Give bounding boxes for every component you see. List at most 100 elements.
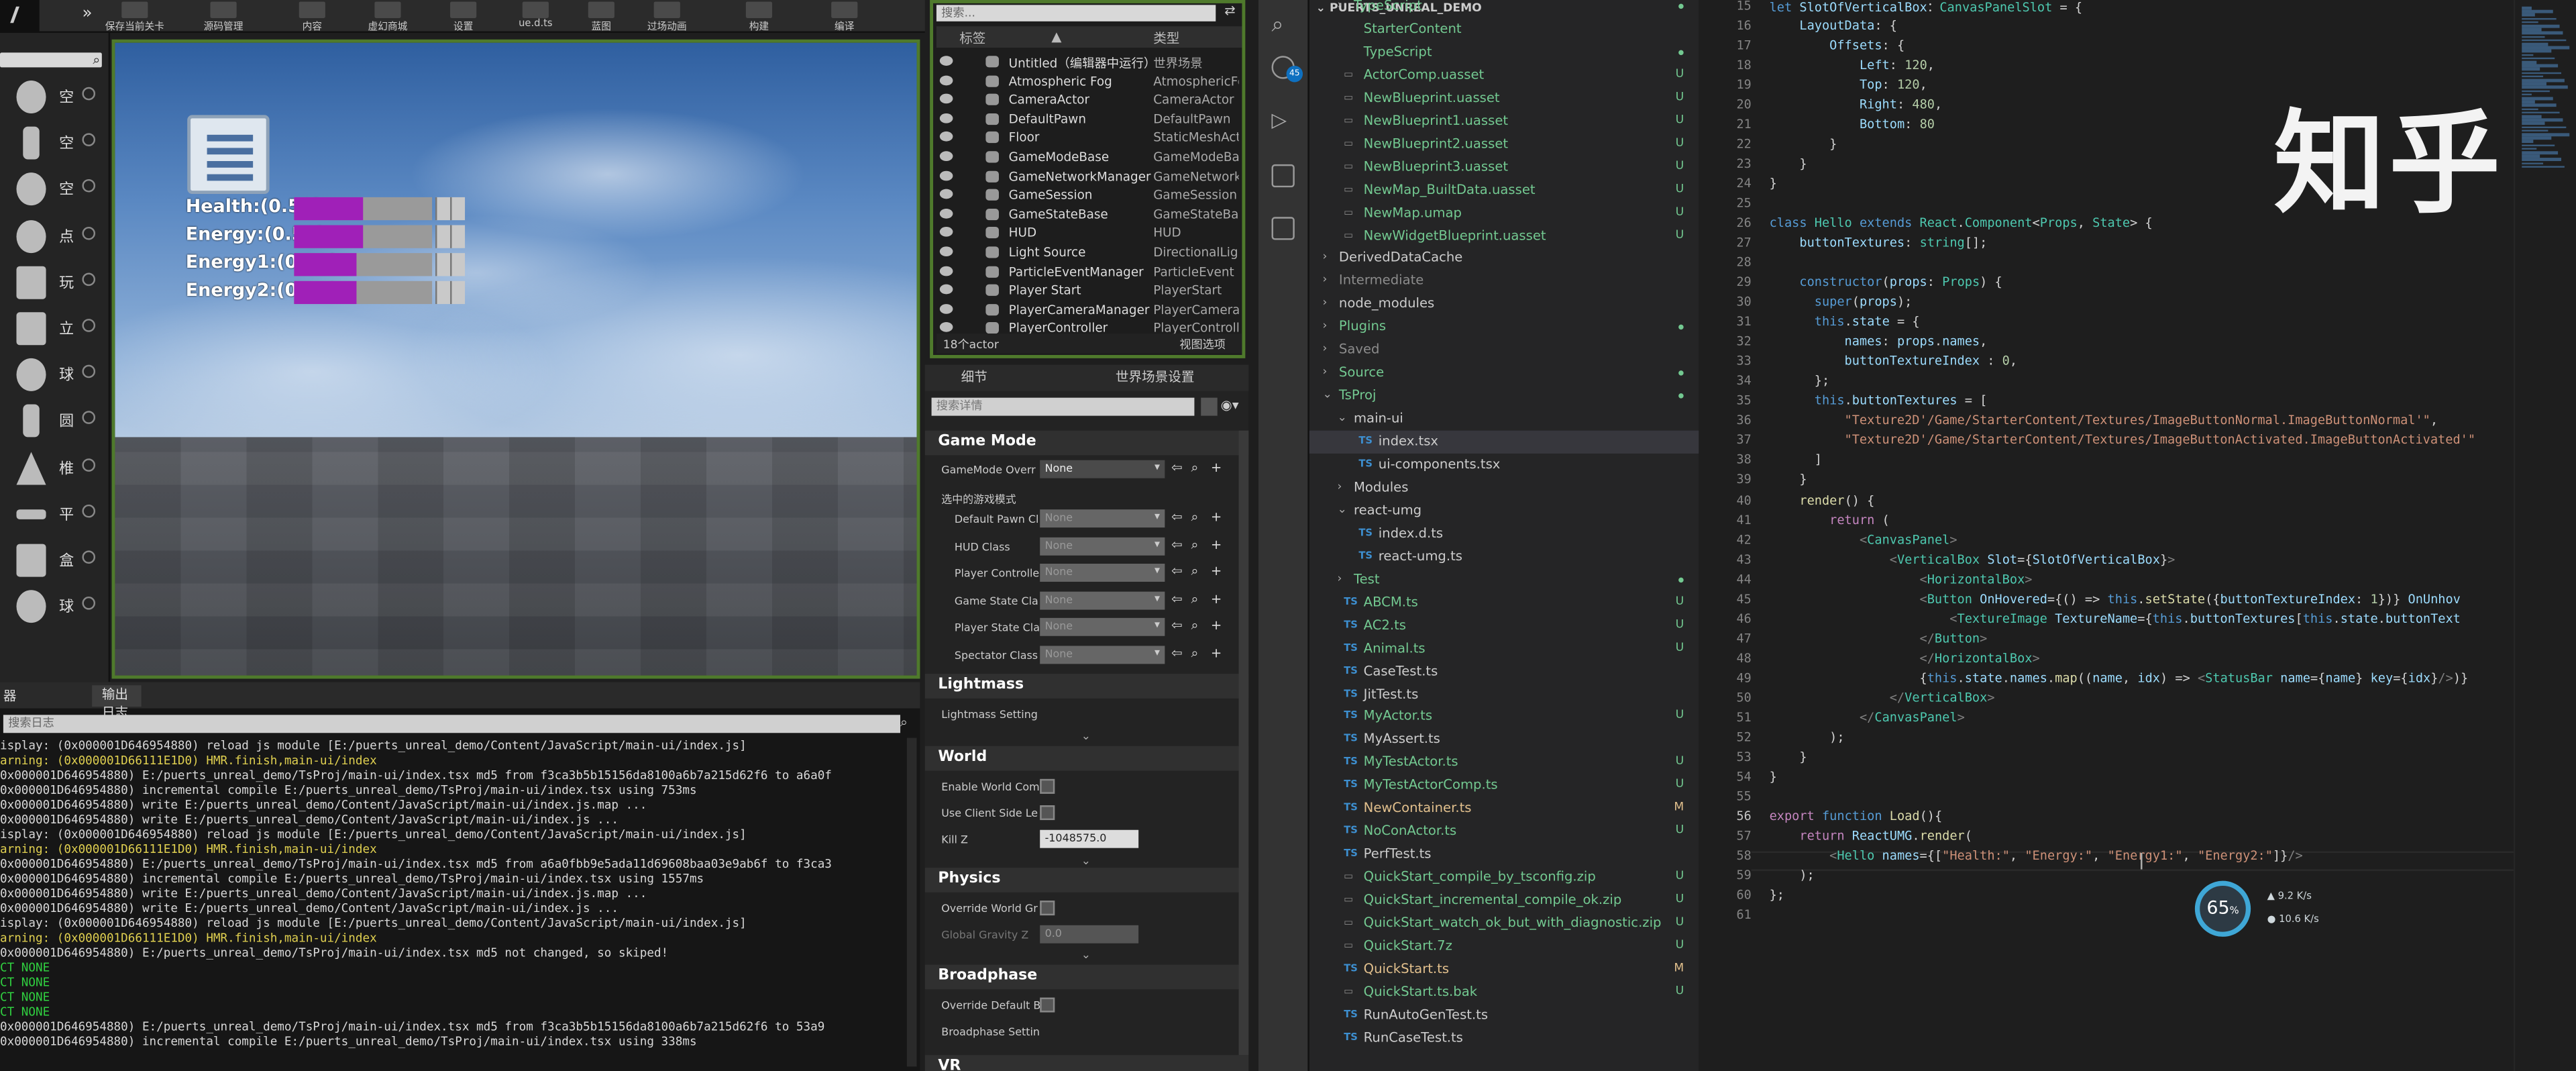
decrease-button[interactable] [450,225,466,248]
file-tree-item[interactable]: TS MyActor.ts U [1309,706,1701,729]
place-item[interactable]: 空 [0,76,110,122]
gamemode-override-dropdown[interactable]: None [1040,460,1165,478]
visibility-eye-icon[interactable] [939,132,953,142]
file-tree-item[interactable]: › Plugins ● [1309,316,1701,339]
class-dropdown[interactable]: None [1040,618,1165,637]
arrow-left-icon[interactable]: ⇦ [1171,460,1182,475]
kill-z-input[interactable]: -1048575.0 [1040,829,1139,848]
toolbar-button[interactable]: 内容 [273,0,352,33]
browse-icon[interactable]: ⌕ [1191,460,1199,476]
file-tree-item[interactable]: TS JitTest.ts [1309,683,1701,706]
add-icon[interactable]: + [1211,537,1222,552]
file-tree-item[interactable]: TS index.d.ts [1309,522,1701,545]
file-tree-item[interactable]: › Modules [1309,476,1701,499]
add-icon[interactable]: + [1211,591,1222,606]
class-dropdown[interactable]: None [1040,564,1165,582]
help-icon[interactable] [82,319,96,332]
file-tree-item[interactable]: › Intermediate [1309,270,1701,293]
file-tree-item[interactable]: ▭ NewWidgetBlueprint.uasset U [1309,224,1701,247]
file-tree-item[interactable]: ▭ QuickStart_compile_by_tsconfig.zip U [1309,866,1701,889]
outliner-row[interactable]: DefaultPawn DefaultPawn [936,110,1242,129]
file-tree-item[interactable]: ▭ NewBlueprint3.uasset U [1309,156,1701,178]
help-icon[interactable] [82,504,96,517]
file-tree-item[interactable]: › node_modules [1309,293,1701,316]
decrease-button[interactable] [450,253,466,276]
outliner-row[interactable]: Atmospheric Fog AtmosphericFo [936,72,1242,91]
visibility-eye-icon[interactable] [939,94,953,104]
add-icon[interactable]: + [1211,646,1222,660]
section-vr[interactable]: VR [924,1055,1249,1071]
outliner-add-icon[interactable]: ⇄ [1224,3,1235,18]
visibility-eye-icon[interactable] [939,56,953,66]
visibility-eye-icon[interactable] [939,74,953,85]
browse-icon[interactable]: ⌕ [1191,509,1199,525]
visibility-eye-icon[interactable] [939,265,953,276]
file-tree-item[interactable]: TS index.tsx [1309,430,1701,454]
visibility-eye-icon[interactable] [939,189,953,199]
section-broadphase[interactable]: Broadphase [924,964,1249,990]
file-tree-item[interactable]: › Test ● [1309,568,1701,591]
view-options-button[interactable]: 视图选项 [1179,337,1226,353]
visibility-eye-icon[interactable] [939,208,953,219]
place-item[interactable]: 点 [0,215,110,261]
help-icon[interactable] [82,87,96,101]
add-icon[interactable]: + [1211,564,1222,578]
file-tree-item[interactable]: ▭ QuickStart_incremental_compile_ok.zip U [1309,889,1701,912]
add-icon[interactable]: + [1211,460,1222,475]
help-icon[interactable] [82,133,96,147]
outliner-row[interactable]: PlayerCameraManager PlayerCamera [936,301,1242,319]
place-item[interactable]: 平 [0,493,110,539]
place-item[interactable]: 玩 [0,261,110,307]
eye-icon[interactable]: ◉▾ [1221,398,1239,413]
place-item[interactable]: 立 [0,307,110,354]
toolbar-expand-icon[interactable]: » [82,5,92,23]
arrow-left-icon[interactable]: ⇦ [1171,537,1182,552]
expand-icon[interactable]: ⌄ [1073,729,1099,743]
toolbar-button[interactable]: 虚幻商城 [348,0,427,33]
place-item[interactable]: 盒 [0,539,110,585]
outliner-type-col[interactable]: 类型 [1153,30,1179,48]
visibility-eye-icon[interactable] [939,285,953,295]
outliner-row[interactable]: Floor StaticMeshAct [936,129,1242,148]
browse-icon[interactable]: ⌕ [1191,537,1199,553]
file-tree-item[interactable]: TS RunAutoGenTest.ts [1309,1004,1701,1027]
outliner-row[interactable]: Player Start PlayerStart [936,281,1242,300]
help-icon[interactable] [82,411,96,425]
file-tree-item[interactable]: TS ui-components.tsx [1309,454,1701,476]
place-item[interactable]: 椎 [0,446,110,493]
class-dropdown[interactable]: None [1040,536,1165,555]
global-gravity-input[interactable]: 0.0 [1040,925,1139,944]
outliner-row[interactable]: GameSession GameSession [936,186,1242,205]
file-tree-item[interactable]: TS MyTestActor.ts U [1309,752,1701,774]
file-tree-item[interactable]: TS NoConActor.ts U [1309,821,1701,844]
tab-browser[interactable]: 器 [3,687,17,705]
checkbox[interactable] [1040,997,1055,1013]
file-tree-item[interactable]: TS react-umg.ts [1309,546,1701,568]
visibility-eye-icon[interactable] [939,170,953,181]
file-tree-item[interactable]: TS MyTestActorComp.ts U [1309,774,1701,797]
visibility-eye-icon[interactable] [939,246,953,257]
arrow-left-icon[interactable]: ⇦ [1171,509,1182,524]
file-tree-item[interactable]: TS MyAssert.ts [1309,729,1701,752]
section-world[interactable]: World [924,746,1249,771]
file-tree-item[interactable]: TS PerfTest.ts [1309,844,1701,866]
outliner-row[interactable]: CameraActor CameraActor [936,91,1242,109]
add-icon[interactable]: + [1211,509,1222,524]
extensions-icon[interactable] [1271,217,1295,240]
place-item[interactable]: 空 [0,122,110,168]
decrease-button[interactable] [450,197,466,221]
outliner-row[interactable]: Light Source DirectionalLig [936,243,1242,262]
file-tree-item[interactable]: › Source ● [1309,362,1701,385]
help-icon[interactable] [82,550,96,564]
checkbox[interactable] [1040,901,1055,916]
outliner-row[interactable]: GameModeBase GameModeBase [936,148,1242,166]
file-tree-item[interactable]: ▭ NewMap.umap U [1309,201,1701,224]
file-tree-item[interactable]: ▭ QuickStart_watch_ok_but_with_diagnostic… [1309,912,1701,935]
decrease-button[interactable] [450,280,466,305]
outliner-row[interactable]: ParticleEventManager ParticleEvent [936,262,1242,281]
file-tree-item[interactable]: › Saved [1309,339,1701,362]
outliner-search-input[interactable]: 搜索... [936,5,1216,21]
arrow-left-icon[interactable]: ⇦ [1171,564,1182,578]
section-physics[interactable]: Physics [924,868,1249,892]
editor-minimap[interactable] [2513,0,2576,1071]
